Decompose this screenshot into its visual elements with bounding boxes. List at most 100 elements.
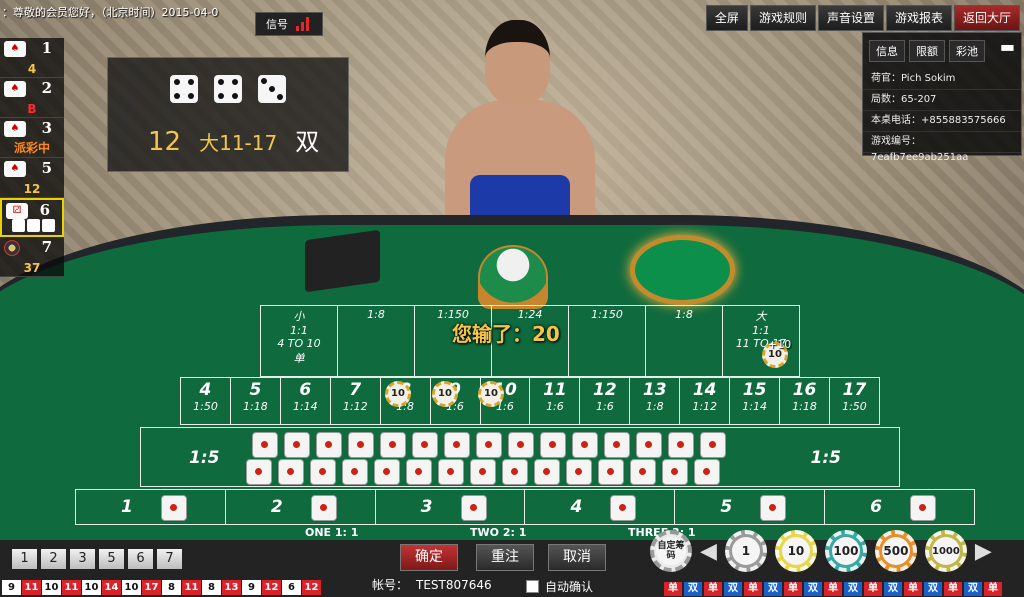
- bet-single-1[interactable]: 1: [76, 490, 226, 524]
- sum-odds: 1:6: [546, 400, 564, 413]
- pair-die-icon: [694, 459, 720, 485]
- chip-1000[interactable]: 1000: [924, 530, 967, 572]
- page-button[interactable]: 2: [41, 549, 66, 569]
- bet-sum-11[interactable]: 15 1:14: [730, 378, 781, 424]
- page-button[interactable]: 1: [12, 549, 37, 569]
- bet-single-4[interactable]: 4: [525, 490, 676, 524]
- sum-value: 16: [792, 380, 817, 400]
- history-strip: 9 11 10 11 10 14 10 17 8 11 8 13 9 12 6 12: [2, 580, 321, 595]
- bet-sum-7[interactable]: 11 1:6: [530, 378, 581, 424]
- dice-bowl: [630, 235, 735, 305]
- bet-sum-10[interactable]: 14 1:12: [680, 378, 731, 424]
- bet-small[interactable]: 小 1:1 4 TO 10 单: [261, 306, 338, 376]
- single-die-icon: [760, 495, 787, 521]
- bet-triple-b[interactable]: 1:150: [569, 306, 646, 376]
- odd-even-cell: 双: [804, 582, 822, 596]
- bet-single-3[interactable]: 3: [376, 490, 526, 524]
- odd-even-cell: 单: [984, 582, 1002, 596]
- bet-sum-9[interactable]: 13 1:8: [630, 378, 681, 424]
- table-item-5[interactable]: ♠ 5 12: [0, 158, 64, 198]
- cancel-button[interactable]: 取消: [548, 544, 606, 571]
- tab-info[interactable]: 信息: [869, 40, 905, 62]
- table-item-3[interactable]: ♠ 3 派彩中: [0, 118, 64, 158]
- result-die-icon: [170, 75, 198, 103]
- top-toolbar: 全屏 游戏规则 声音设置 游戏报表 返回大厅: [705, 5, 1020, 31]
- table-item-1[interactable]: ♠ 1 4: [0, 38, 64, 78]
- single-die-icon: [310, 495, 337, 521]
- odd-even-cell: 双: [764, 582, 782, 596]
- bet-sum-1[interactable]: 5 1:18: [231, 378, 281, 424]
- bet-sum-0[interactable]: 4 1:50: [181, 378, 231, 424]
- chip-500[interactable]: 500: [874, 530, 917, 572]
- lost-message: 您输了：20: [452, 322, 560, 346]
- rebet-button[interactable]: 重注: [476, 544, 534, 571]
- sound-settings-button[interactable]: 声音设置: [817, 5, 884, 31]
- sum-odds: 1:18: [792, 400, 817, 413]
- cards-icon: ♠: [4, 41, 26, 57]
- confirm-button[interactable]: 确定: [400, 544, 458, 571]
- odd-even-cell: 单: [824, 582, 842, 596]
- game-rules-button[interactable]: 游戏规则: [749, 5, 816, 31]
- bet-single-2[interactable]: 2: [226, 490, 376, 524]
- table-item-6[interactable]: ⚂ 6: [0, 198, 64, 237]
- placed-chip: 10: [478, 381, 504, 407]
- single-die-icon: [161, 495, 187, 521]
- page-button[interactable]: 7: [157, 549, 182, 569]
- sum-value: 4: [199, 380, 212, 400]
- tab-jackpot[interactable]: 彩池: [949, 40, 985, 62]
- table-item-7[interactable]: 7 37: [0, 237, 64, 277]
- bet-sum-2[interactable]: 6 1:14: [281, 378, 331, 424]
- tab-limits[interactable]: 限额: [909, 40, 945, 62]
- auto-confirm-label: 自动确认: [545, 580, 594, 594]
- chip-next-icon[interactable]: ▶: [975, 539, 992, 564]
- chip-10[interactable]: 10: [774, 530, 817, 572]
- pair-die-icon: [668, 432, 694, 458]
- game-report-button[interactable]: 游戏报表: [885, 5, 952, 31]
- bottom-bar: 1 2 3 5 6 7 9 11 10 11 10 14 10 17 8 11 8 13 9 12 6 12 …: [0, 530, 1024, 597]
- odd-even-cell: 单: [664, 582, 682, 596]
- page-selector: 1 2 3 5 6 7: [12, 549, 182, 569]
- round-number: 局数：65-207: [863, 90, 1021, 111]
- cards-icon: ♠: [4, 81, 26, 97]
- bet-single-6[interactable]: 6: [825, 490, 974, 524]
- pair-die-icon: [470, 459, 496, 485]
- dice-shaker: [478, 245, 548, 309]
- page-button[interactable]: 5: [99, 549, 124, 569]
- back-to-lobby-button[interactable]: 返回大厅: [953, 5, 1020, 31]
- custom-chip[interactable]: 自定筹码: [650, 530, 692, 572]
- pair-die-icon: [406, 459, 432, 485]
- page-button[interactable]: 6: [128, 549, 153, 569]
- pair-bet-row[interactable]: 1:5 1:5: [140, 427, 900, 487]
- table-list: ♠ 1 4 ♠ 2 B ♠ 3 派彩中 ♠ 5 12 ⚂ 6 7 37: [0, 38, 64, 277]
- dice-machine: [305, 229, 380, 293]
- bet-sum-13[interactable]: 17 1:50: [830, 378, 879, 424]
- auto-confirm-checkbox[interactable]: [526, 580, 539, 593]
- fullscreen-button[interactable]: 全屏: [705, 5, 748, 31]
- bet-sum-12[interactable]: 16 1:18: [780, 378, 830, 424]
- pair-die-icon: [342, 459, 368, 485]
- history-cell: 6: [282, 580, 301, 595]
- table-item-2[interactable]: ♠ 2 B: [0, 78, 64, 118]
- bet-sum-3[interactable]: 7 1:12: [331, 378, 381, 424]
- placed-chip: 10: [385, 381, 411, 407]
- bet-specific-triple-left[interactable]: 1:8: [338, 306, 415, 376]
- pair-die-icon: [444, 432, 470, 458]
- chip-selector: 自定筹码 ◀ 1 10 100 500 1000 ▶: [650, 530, 992, 572]
- history-cell: 11: [182, 580, 201, 595]
- minimize-icon[interactable]: ▬: [1000, 39, 1015, 62]
- chip-1[interactable]: 1: [724, 530, 767, 572]
- history-cell: 12: [262, 580, 281, 595]
- history-cell: 9: [2, 580, 21, 595]
- odd-even-cell: 双: [724, 582, 742, 596]
- chip-100[interactable]: 100: [824, 530, 867, 572]
- bet-specific-triple-right[interactable]: 1:8: [646, 306, 723, 376]
- bet-single-5[interactable]: 5: [675, 490, 826, 524]
- chip-prev-icon[interactable]: ◀: [700, 539, 717, 564]
- odd-even-cell: 单: [704, 582, 722, 596]
- auto-confirm-toggle[interactable]: 自动确认: [526, 578, 593, 595]
- single-label: 2: [270, 497, 283, 517]
- history-cell: 9: [242, 580, 261, 595]
- sum-odds: 1:12: [342, 400, 368, 413]
- page-button[interactable]: 3: [70, 549, 95, 569]
- bet-sum-8[interactable]: 12 1:6: [580, 378, 631, 424]
